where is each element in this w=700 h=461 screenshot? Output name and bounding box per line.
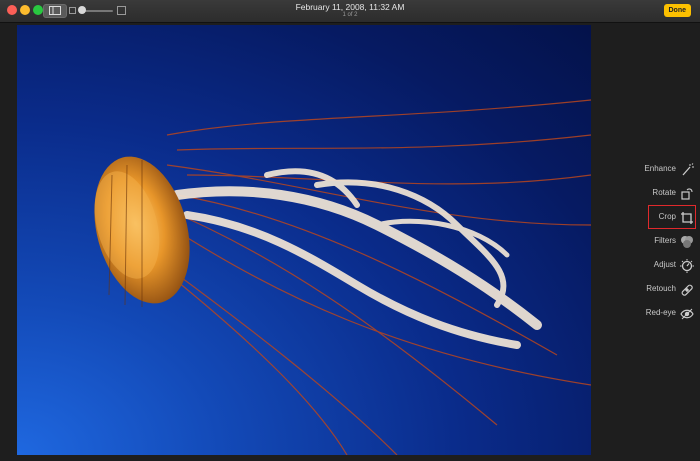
- rotate-icon: [681, 188, 693, 200]
- filters-icon: [681, 236, 693, 248]
- eye-icon: [680, 308, 694, 320]
- photo-counter: 1 of 2: [342, 12, 358, 18]
- tool-red-eye[interactable]: Red-eye: [592, 304, 700, 326]
- tool-label: Retouch: [646, 284, 676, 293]
- bandage-icon: [681, 284, 693, 296]
- adjust-dial-icon: [680, 259, 694, 273]
- window-title: February 11, 2008, 11:32 AM: [295, 2, 405, 12]
- photo-canvas[interactable]: [17, 25, 591, 455]
- tool-enhance[interactable]: Enhance: [592, 160, 700, 182]
- magic-wand-icon: [682, 163, 694, 176]
- tool-label: Filters: [654, 236, 676, 245]
- tool-filters[interactable]: Filters: [592, 232, 700, 254]
- jellyfish-image: [94, 99, 591, 455]
- tool-adjust[interactable]: Adjust: [592, 256, 700, 278]
- tool-rotate[interactable]: Rotate: [592, 184, 700, 206]
- tool-label: Adjust: [653, 260, 676, 269]
- tool-label: Red-eye: [645, 308, 676, 317]
- title-bar: February 11, 2008, 11:32 AM 1 of 2 Done: [0, 0, 700, 23]
- done-button[interactable]: Done: [663, 4, 691, 17]
- selected-tool-highlight: [648, 205, 696, 229]
- tool-label: Enhance: [644, 164, 676, 173]
- tool-label: Rotate: [652, 188, 676, 197]
- tool-retouch[interactable]: Retouch: [592, 280, 700, 302]
